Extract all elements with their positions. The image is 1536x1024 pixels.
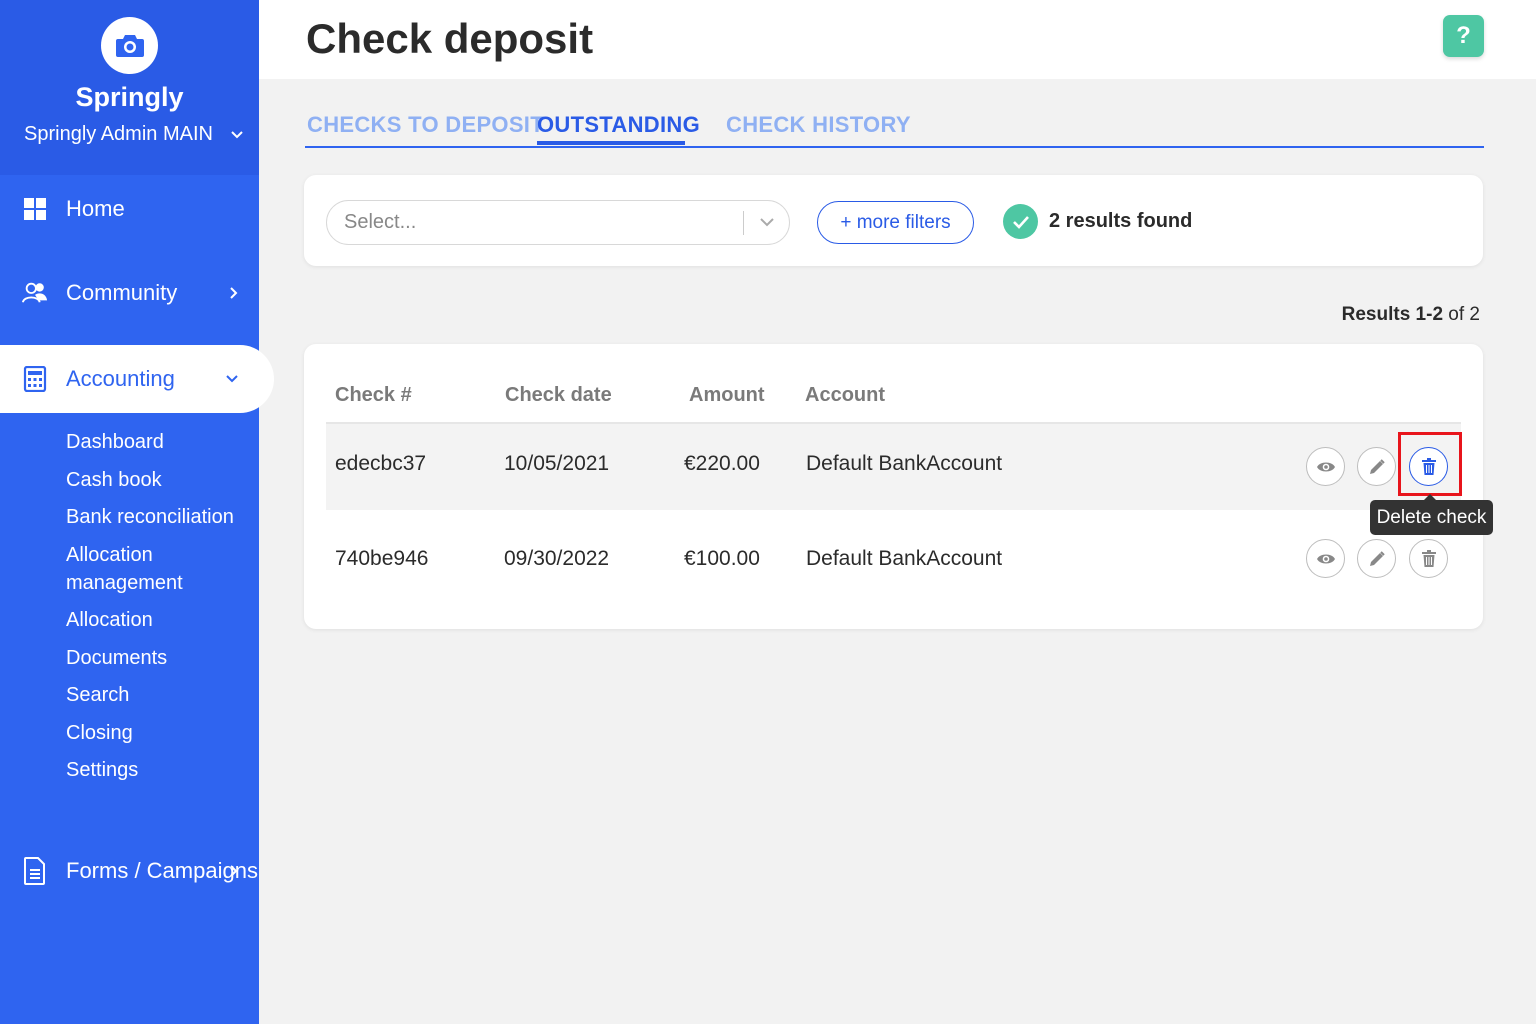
sidebar-subitem-allocation-management[interactable]: Allocation management (66, 541, 246, 597)
org-name: Springly Admin MAIN (24, 122, 213, 145)
results-total: of 2 (1448, 304, 1480, 325)
tab-checks-to-deposit[interactable]: CHECKS TO DEPOSIT (307, 112, 544, 138)
cell-check-date: 09/30/2022 (504, 547, 610, 570)
table-row: edecbc37 10/05/2021 €220.00 Default Bank… (326, 424, 1461, 510)
column-header-amount: Amount (689, 384, 765, 406)
table-row: 740be946 09/30/2022 €100.00 Default Bank… (326, 519, 1461, 605)
org-switcher[interactable]: Springly Admin MAIN (24, 120, 244, 148)
brand-area: Springly Springly Admin MAIN (0, 0, 259, 175)
results-found: 2 results found (1003, 204, 1192, 239)
sidebar-item-label: Community (66, 280, 178, 305)
delete-button-highlight (1398, 432, 1462, 496)
sidebar-subitem-documents[interactable]: Documents (66, 644, 246, 672)
sidebar-item-home[interactable]: Home (0, 181, 259, 237)
view-button[interactable] (1306, 539, 1345, 578)
tab-check-history[interactable]: CHECK HISTORY (726, 112, 911, 138)
more-filters-button[interactable]: + more filters (817, 201, 974, 244)
top-bar: Check deposit ? (259, 0, 1536, 79)
pencil-icon (1369, 550, 1385, 566)
chevron-down-icon (759, 214, 775, 230)
cell-amount: €220.00 (684, 452, 760, 475)
cell-check-number: 740be946 (335, 547, 429, 570)
column-header-account: Account (805, 384, 885, 406)
edit-button[interactable] (1357, 447, 1396, 486)
sidebar-subitem-search[interactable]: Search (66, 681, 246, 709)
brand-name: Springly (75, 82, 184, 112)
grid-icon (22, 196, 48, 222)
tab-outstanding[interactable]: OUTSTANDING (537, 112, 700, 138)
select-placeholder: Select... (344, 211, 417, 233)
eye-icon (1316, 554, 1335, 563)
sidebar-subitem-bank-reconciliation[interactable]: Bank reconciliation (66, 503, 246, 531)
results-range: 1-2 (1415, 304, 1444, 325)
checks-table: Check # Check date Amount Account edecbc… (304, 344, 1483, 629)
camera-logo-icon (101, 17, 158, 74)
document-icon (22, 857, 48, 885)
sidebar-item-label: Accounting (66, 366, 175, 391)
trash-icon (1421, 549, 1436, 567)
cell-account: Default BankAccount (806, 452, 1003, 475)
sidebar-subitem-allocation[interactable]: Allocation (66, 606, 246, 634)
column-header-check-date: Check date (505, 384, 612, 406)
select-separator (743, 211, 744, 235)
filter-select[interactable]: Select... (326, 200, 790, 245)
results-count: Results 1-2 of 2 (1342, 304, 1480, 326)
sidebar-item-community[interactable]: Community (0, 265, 259, 321)
sidebar: Springly Springly Admin MAIN Home Commun… (0, 0, 274, 1024)
delete-button[interactable] (1409, 539, 1448, 578)
accounting-submenu: Dashboard Cash book Bank reconciliation … (66, 428, 246, 794)
sidebar-item-label: Home (66, 196, 125, 221)
sidebar-subitem-settings[interactable]: Settings (66, 756, 246, 784)
results-prefix: Results (1341, 304, 1411, 325)
sidebar-subitem-closing[interactable]: Closing (66, 719, 246, 747)
calculator-icon (22, 366, 48, 392)
sidebar-subitem-cash-book[interactable]: Cash book (66, 466, 246, 494)
cell-amount: €100.00 (684, 547, 760, 570)
pencil-icon (1369, 458, 1385, 474)
sidebar-item-forms-campaigns[interactable]: Forms / Campaigns (0, 843, 259, 899)
check-circle-icon (1003, 204, 1038, 239)
eye-icon (1316, 462, 1335, 471)
page-title: Check deposit (306, 15, 594, 62)
cell-check-number: edecbc37 (335, 452, 427, 475)
tab-bar: CHECKS TO DEPOSIT OUTSTANDING CHECK HIST… (305, 108, 1484, 148)
edit-button[interactable] (1357, 539, 1396, 578)
cell-account: Default BankAccount (806, 547, 1003, 570)
active-tab-indicator (537, 141, 685, 145)
results-found-text: 2 results found (1049, 210, 1193, 232)
users-icon (22, 280, 48, 306)
chevron-down-icon (225, 374, 239, 384)
sidebar-subitem-dashboard[interactable]: Dashboard (66, 428, 246, 456)
sidebar-item-accounting[interactable]: Accounting (0, 345, 274, 413)
view-button[interactable] (1306, 447, 1345, 486)
help-button[interactable]: ? (1443, 15, 1484, 57)
delete-check-tooltip: Delete check (1370, 500, 1493, 535)
chevron-right-icon (229, 286, 239, 300)
chevron-right-icon (229, 864, 239, 878)
cell-check-date: 10/05/2021 (504, 452, 610, 475)
chevron-down-icon (230, 123, 244, 146)
filter-card: Select... + more filters 2 results found (304, 175, 1483, 266)
column-header-check: Check # (335, 384, 412, 406)
